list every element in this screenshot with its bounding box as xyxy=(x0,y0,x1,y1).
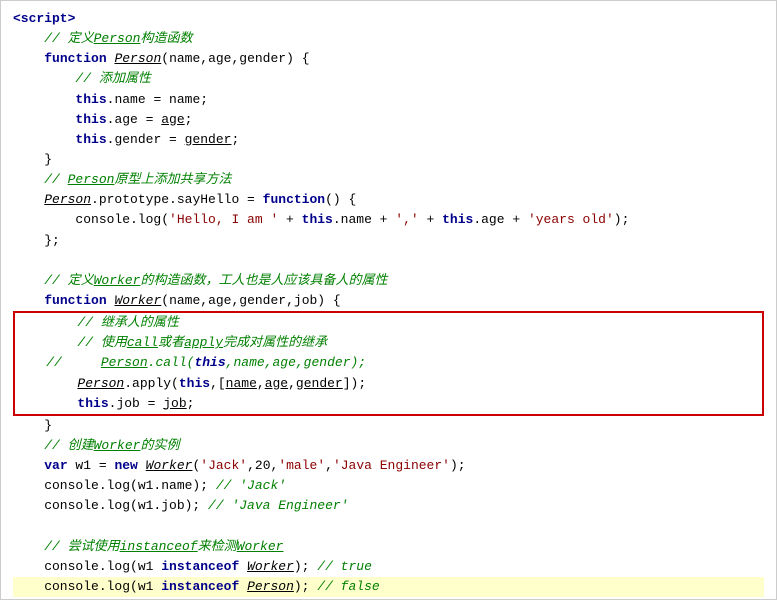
line-5: this.name = name; xyxy=(13,90,764,110)
line-4: // 添加属性 xyxy=(13,69,764,89)
line-8: } xyxy=(13,150,764,170)
line-20: this.job = job; xyxy=(15,394,762,414)
line-15: function Worker(name,age,gender,job) { xyxy=(13,291,764,311)
line-29: console.log(w1 instanceof Person); // fa… xyxy=(13,577,764,597)
line-14: // 定义Worker的构造函数，工人也是人应该具备人的属性 xyxy=(13,271,764,291)
line-11: console.log('Hello, I am ' + this.name +… xyxy=(13,210,764,230)
line-3: function Person(name,age,gender) { xyxy=(13,49,764,69)
code-viewer: <script> // 定义Person构造函数 function Person… xyxy=(0,0,777,600)
line-19: Person.apply(this,[name,age,gender]); xyxy=(15,374,762,394)
line-23: var w1 = new Worker('Jack',20,'male','Ja… xyxy=(13,456,764,476)
line-22: // 创建Worker的实例 xyxy=(13,436,764,456)
line-10: Person.prototype.sayHello = function() { xyxy=(13,190,764,210)
line-12: }; xyxy=(13,231,764,251)
line-6: this.age = age; xyxy=(13,110,764,130)
line-1: <script> xyxy=(13,9,764,29)
line-16: // 继承人的属性 xyxy=(15,313,762,333)
line-2: // 定义Person构造函数 xyxy=(13,29,764,49)
line-7: this.gender = gender; xyxy=(13,130,764,150)
line-25: console.log(w1.job); // 'Java Engineer' xyxy=(13,496,764,516)
line-24: console.log(w1.name); // 'Jack' xyxy=(13,476,764,496)
line-18: // Person.call(this,name,age,gender); xyxy=(15,353,762,373)
line-17: // 使用call或者apply完成对属性的继承 xyxy=(15,333,762,353)
line-27: // 尝试使用instanceof来检测Worker xyxy=(13,537,764,557)
highlighted-section: // 继承人的属性 // 使用call或者apply完成对属性的继承 // Pe… xyxy=(13,311,764,416)
line-13 xyxy=(13,251,764,271)
line-9: // Person原型上添加共享方法 xyxy=(13,170,764,190)
line-21: } xyxy=(13,416,764,436)
line-26 xyxy=(13,517,764,537)
line-28: console.log(w1 instanceof Worker); // tr… xyxy=(13,557,764,577)
